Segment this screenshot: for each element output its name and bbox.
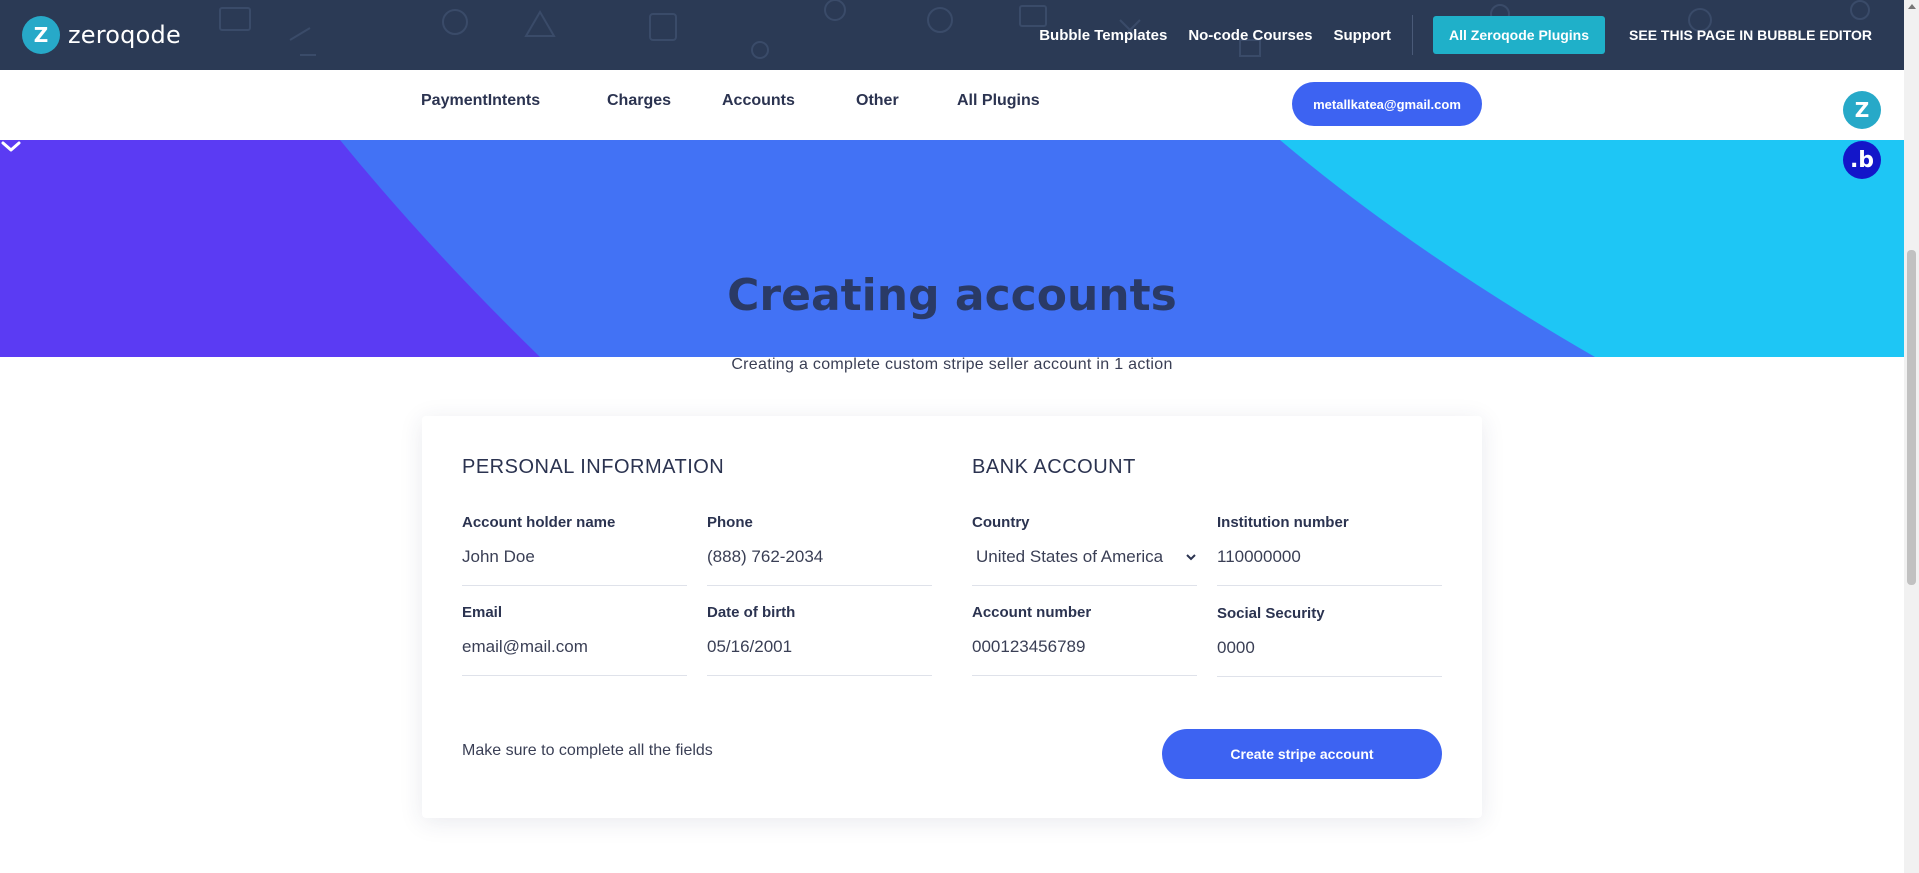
user-account-button[interactable]: metallkatea@gmail.com xyxy=(1292,82,1482,126)
form-hint: Make sure to complete all the fields xyxy=(462,742,713,759)
link-nocode-courses[interactable]: No-code Courses xyxy=(1188,27,1312,44)
phone-input[interactable]: (888) 762-2034 xyxy=(707,547,932,586)
dob-input[interactable]: 05/16/2001 xyxy=(707,637,932,676)
institution-input[interactable]: 110000000 xyxy=(1217,547,1442,586)
ssn-field: Social Security 0000 xyxy=(1217,605,1442,677)
zeroqode-float-icon[interactable]: Z xyxy=(1843,91,1881,129)
page-subtitle: Creating a complete custom stripe seller… xyxy=(731,356,1173,373)
country-label: Country xyxy=(972,514,1030,531)
nav-paymentintents[interactable]: PaymentIntents xyxy=(421,92,540,110)
dob-label: Date of birth xyxy=(707,604,796,621)
all-plugins-button[interactable]: All Zeroqode Plugins xyxy=(1433,16,1606,54)
institution-label: Institution number xyxy=(1217,514,1349,531)
bubble-editor-link[interactable]: SEE THIS PAGE IN BUBBLE EDITOR xyxy=(1629,27,1872,43)
dob-field: Date of birth 05/16/2001 xyxy=(707,604,932,676)
scrollbar-thumb[interactable] xyxy=(1907,250,1916,585)
country-value: United States of America xyxy=(976,547,1164,566)
account-number-label: Account number xyxy=(972,604,1092,621)
zeroqode-logo[interactable]: Z zeroqode xyxy=(22,16,181,54)
holder-input[interactable]: John Doe xyxy=(462,547,687,586)
chevron-down-icon xyxy=(1186,554,1196,561)
page-title: Creating accounts xyxy=(727,270,1177,321)
phone-field: Phone (888) 762-2034 xyxy=(707,514,932,586)
nav-charges[interactable]: Charges xyxy=(607,92,671,110)
institution-field: Institution number 110000000 xyxy=(1217,514,1442,586)
country-select[interactable]: United States of America xyxy=(972,547,1197,586)
country-field: Country United States of America xyxy=(972,514,1197,586)
account-form-card: PERSONAL INFORMATION BANK ACCOUNT Accoun… xyxy=(422,416,1482,818)
chevron-down-icon[interactable] xyxy=(0,140,22,154)
ssn-label: Social Security xyxy=(1217,605,1325,622)
create-stripe-account-button[interactable]: Create stripe account xyxy=(1162,729,1442,779)
sub-navigation: PaymentIntents Charges Accounts Other Al… xyxy=(0,70,1904,140)
bubble-float-icon[interactable]: .b xyxy=(1843,141,1881,179)
personal-info-title: PERSONAL INFORMATION xyxy=(462,456,725,478)
nav-accounts[interactable]: Accounts xyxy=(722,92,795,110)
logo-text: zeroqode xyxy=(68,21,181,49)
bank-account-title: BANK ACCOUNT xyxy=(972,456,1136,478)
link-support[interactable]: Support xyxy=(1334,27,1392,44)
page-scrollbar[interactable] xyxy=(1904,0,1919,873)
holder-field: Account holder name John Doe xyxy=(462,514,687,586)
hero-left-shape xyxy=(0,140,540,357)
account-number-field: Account number 000123456789 xyxy=(972,604,1197,676)
header-divider xyxy=(1412,15,1414,55)
email-input[interactable]: email@mail.com xyxy=(462,637,687,676)
email-label: Email xyxy=(462,604,503,621)
holder-label: Account holder name xyxy=(462,514,616,531)
nav-all-plugins[interactable]: All Plugins xyxy=(957,92,1040,110)
account-number-input[interactable]: 000123456789 xyxy=(972,637,1197,676)
phone-label: Phone xyxy=(707,514,753,531)
ssn-input[interactable]: 0000 xyxy=(1217,638,1442,677)
header-links: Bubble Templates No-code Courses Support… xyxy=(1018,0,1872,70)
link-bubble-templates[interactable]: Bubble Templates xyxy=(1039,27,1167,44)
hero-background xyxy=(0,140,1904,357)
email-field: Email email@mail.com xyxy=(462,604,687,676)
top-header: Z zeroqode Bubble Templates No-code Cour… xyxy=(0,0,1904,70)
zeroqode-logo-icon: Z xyxy=(22,16,60,54)
scroll-up-arrow-icon[interactable] xyxy=(1908,4,1916,9)
hero-banner: Creating accounts xyxy=(0,140,1904,357)
hero-right-shape xyxy=(1280,140,1904,357)
nav-other[interactable]: Other xyxy=(856,92,899,110)
